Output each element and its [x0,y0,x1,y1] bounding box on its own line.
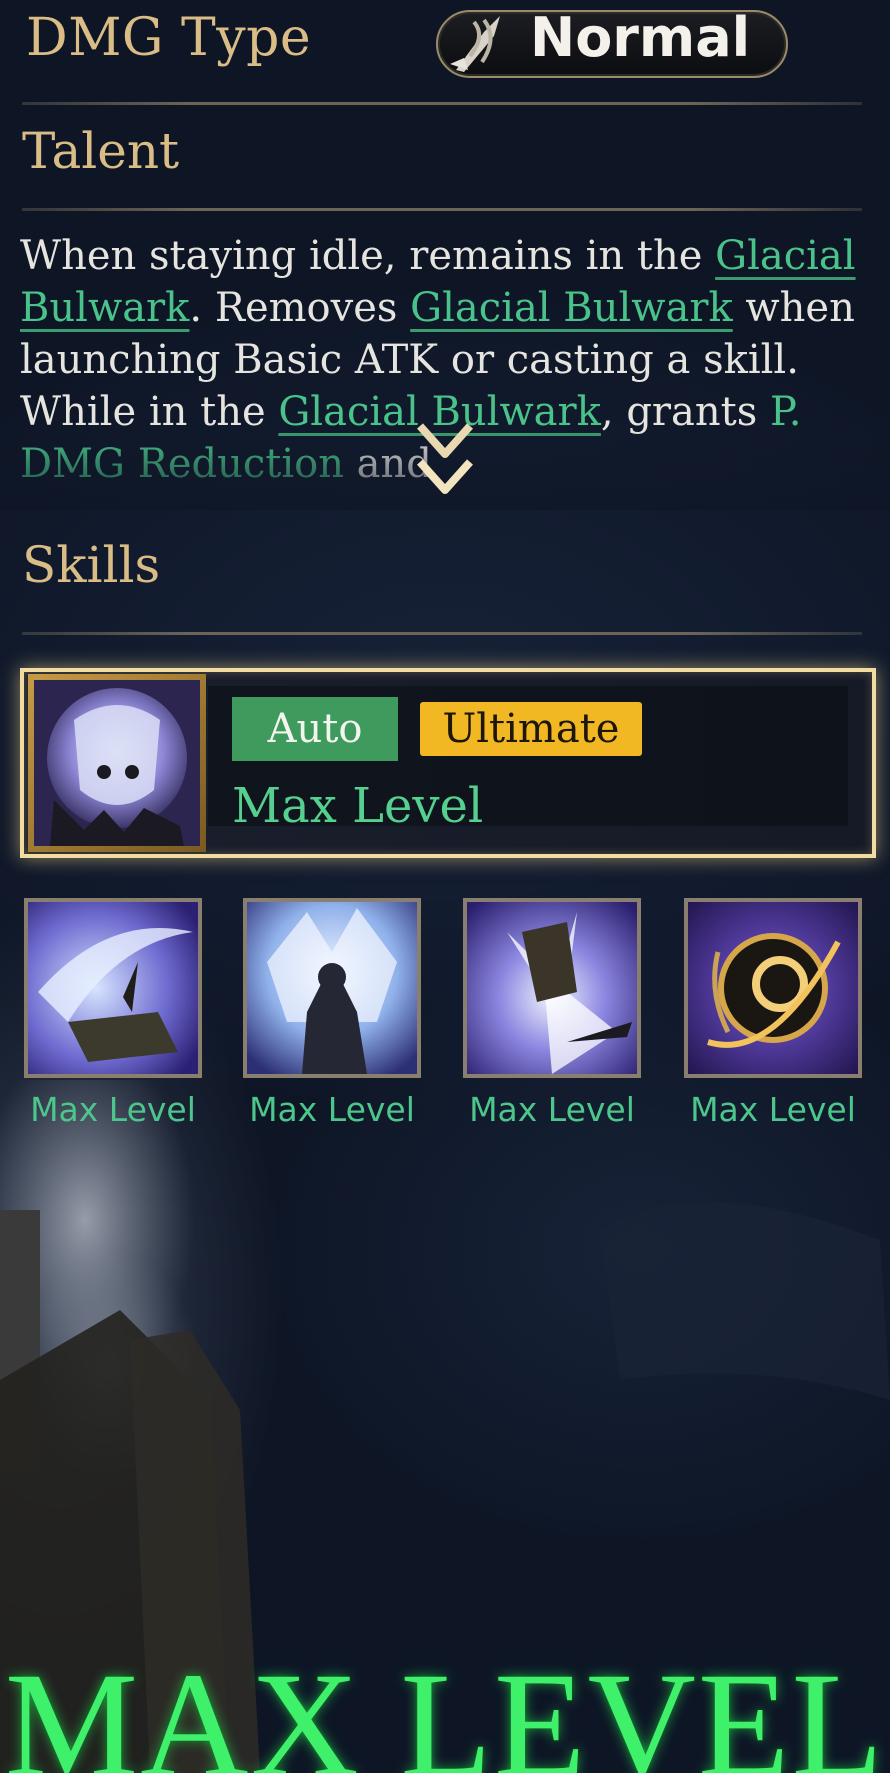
max-level-banner: MAX LEVEL [4,1642,886,1773]
ice-slash-icon [28,902,198,1074]
divider [22,208,862,211]
auto-tag: Auto [232,697,398,761]
shield-orb-icon [34,680,200,846]
divider [22,632,862,635]
talent-text-segment: , grants [600,389,770,435]
sword-icon [450,16,500,72]
skill-slot-4[interactable] [684,898,862,1078]
dmg-type-label: DMG Type [26,8,312,68]
talent-text-segment: . Removes [189,285,411,331]
skill-3-level: Max Level [469,1090,635,1129]
ultimate-tag: Ultimate [420,702,642,756]
ultimate-skill-level: Max Level [232,778,484,834]
talent-keyword[interactable]: Glacial Bulwark [410,285,733,331]
skill-slot-3[interactable] [463,898,641,1078]
talent-title: Talent [22,122,180,180]
shatter-strike-icon [467,902,637,1074]
talent-text-segment: When staying idle, remains in the [20,233,716,279]
chevron-down-icon[interactable] [412,420,478,506]
ice-burst-icon [247,902,417,1074]
skill-2-level: Max Level [249,1090,415,1129]
dmg-type-value: Normal [530,6,751,69]
skill-slot-2[interactable] [243,898,421,1078]
skills-title: Skills [22,536,161,594]
ultimate-skill-icon[interactable] [28,674,206,852]
skill-slot-1[interactable] [24,898,202,1078]
skill-4-level: Max Level [690,1090,856,1129]
golden-orb-icon [688,902,858,1074]
divider [22,102,862,105]
skill-1-level: Max Level [30,1090,196,1129]
